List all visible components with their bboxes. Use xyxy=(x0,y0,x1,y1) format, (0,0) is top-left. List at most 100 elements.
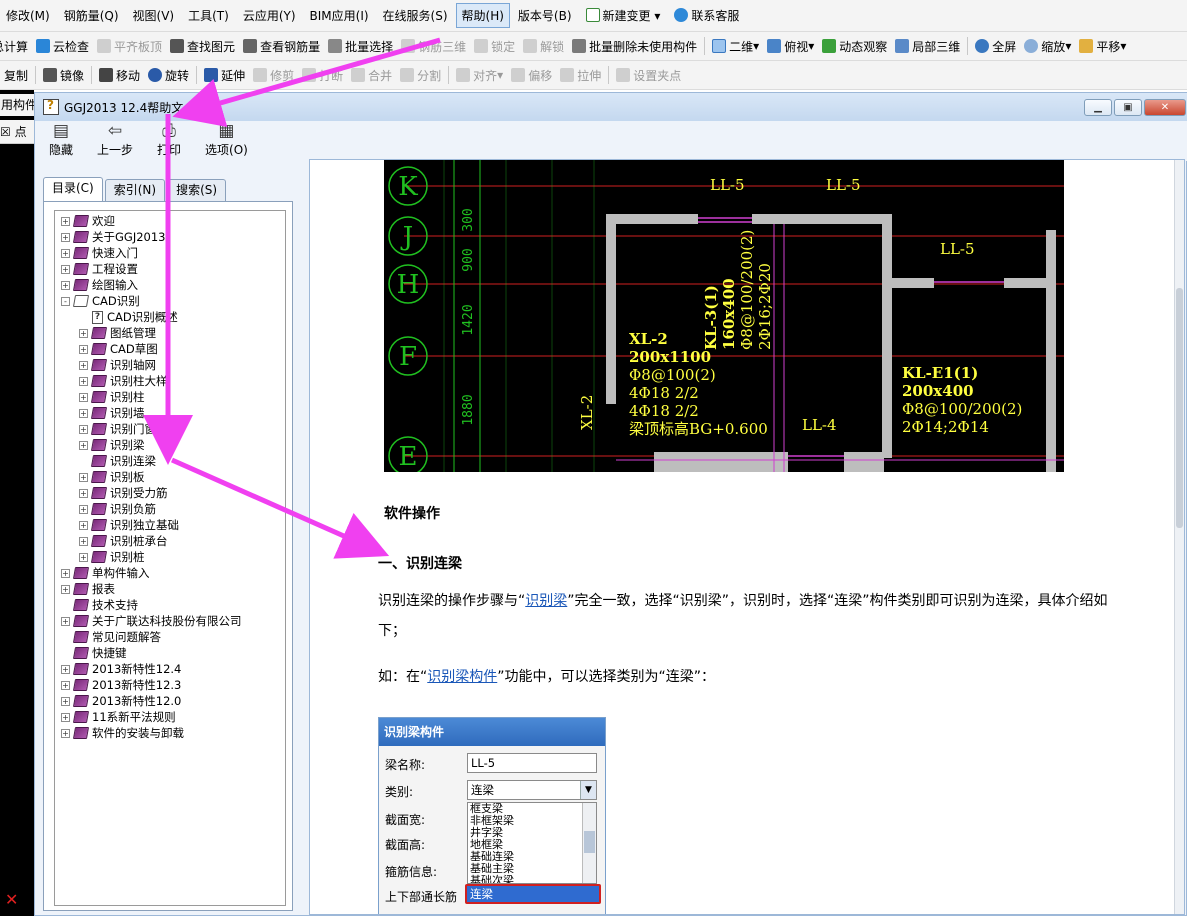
tree-item[interactable]: + 识别负筋 xyxy=(79,501,156,517)
menu-help[interactable]: 帮助(H) xyxy=(455,3,510,28)
expand-icon[interactable]: + xyxy=(61,264,70,274)
tb-cloud-check[interactable]: 云检查 xyxy=(32,38,93,55)
tb-move[interactable]: 移动 xyxy=(95,67,144,84)
minimize-button[interactable]: ▁ xyxy=(1084,99,1112,116)
menu-rebar-quantity[interactable]: 钢筋量(Q) xyxy=(58,3,125,28)
expand-icon[interactable]: + xyxy=(61,584,70,594)
tree-item[interactable]: + CAD草图 xyxy=(79,341,158,357)
expand-icon[interactable]: + xyxy=(79,376,88,386)
tree-item[interactable]: + 绘图输入 xyxy=(61,277,138,293)
tb-rotate[interactable]: 旋转 xyxy=(144,67,193,84)
tree-item[interactable]: + 软件的安装与卸载 xyxy=(61,725,184,741)
expand-icon[interactable]: + xyxy=(79,328,88,338)
menu-cloud[interactable]: 云应用(Y) xyxy=(237,3,302,28)
menu-contact-support[interactable]: 联系客服 xyxy=(668,3,745,28)
expand-icon[interactable]: + xyxy=(61,696,70,706)
menu-tools[interactable]: 工具(T) xyxy=(182,3,235,28)
menu-view[interactable]: 视图(V) xyxy=(127,3,181,28)
tb-dynamic-orbit[interactable]: 动态观察 xyxy=(818,38,891,55)
tree-item[interactable]: 识别连梁 xyxy=(79,453,156,469)
expand-icon[interactable]: + xyxy=(79,344,88,354)
link-identify-beam[interactable]: 识别梁 xyxy=(525,593,567,609)
expand-icon[interactable]: + xyxy=(79,360,88,370)
expand-icon[interactable]: + xyxy=(79,504,88,514)
tree-item[interactable]: +2013新特性12.4 xyxy=(61,661,181,677)
expand-icon[interactable]: + xyxy=(79,424,88,434)
print-button[interactable]: ⎙ 打印 xyxy=(157,121,181,161)
tab-search[interactable]: 搜索(S) xyxy=(167,179,227,201)
tb-zoom[interactable]: 缩放 ▾ xyxy=(1020,38,1075,55)
maximize-button[interactable]: ▣ xyxy=(1114,99,1142,116)
expand-icon[interactable]: + xyxy=(79,392,88,402)
expand-icon[interactable]: + xyxy=(79,472,88,482)
expand-icon[interactable]: + xyxy=(79,488,88,498)
expand-icon[interactable]: + xyxy=(61,216,70,226)
expand-icon[interactable]: + xyxy=(61,616,70,626)
expand-icon[interactable]: + xyxy=(61,680,70,690)
expand-icon[interactable]: + xyxy=(79,536,88,546)
content-scrollbar[interactable] xyxy=(1174,160,1184,914)
tree-item[interactable]: + 识别板 xyxy=(79,469,145,485)
tree-item[interactable]: + 识别柱 xyxy=(79,389,145,405)
expand-icon[interactable]: + xyxy=(79,440,88,450)
tb-top-view[interactable]: 俯视 ▾ xyxy=(763,38,818,55)
expand-icon[interactable]: + xyxy=(61,232,70,242)
expand-icon[interactable]: + xyxy=(79,552,88,562)
pane-splitter[interactable] xyxy=(297,159,309,915)
tab-contents[interactable]: 目录(C) xyxy=(43,177,103,201)
tree-item[interactable]: + 识别桩 xyxy=(79,549,145,565)
menu-new-change[interactable]: 新建变更 ▾ xyxy=(580,3,667,28)
tree-item[interactable]: + 单构件输入 xyxy=(61,565,150,581)
tree-item[interactable]: + 报表 xyxy=(61,581,115,597)
tb-2d[interactable]: 二维 ▾ xyxy=(708,38,763,55)
link-identify-beam-component[interactable]: 识别梁构件 xyxy=(427,669,497,685)
expand-icon[interactable]: + xyxy=(79,408,88,418)
tb-total-calc[interactable]: 总计算 xyxy=(0,38,32,55)
tree-item[interactable]: 快捷键 xyxy=(61,645,127,661)
tree-item[interactable]: ? CAD识别概述 xyxy=(79,309,178,325)
menu-version[interactable]: 版本号(B) xyxy=(512,3,578,28)
options-button[interactable]: ▦ 选项(O) xyxy=(205,121,248,161)
tb-copy[interactable]: 复制 xyxy=(0,67,32,84)
tree-item[interactable]: +11系新平法规则 xyxy=(61,709,176,725)
tree-item[interactable]: + 识别门窗洞 xyxy=(79,421,168,437)
expand-icon[interactable]: + xyxy=(61,568,70,578)
expand-icon[interactable]: + xyxy=(61,248,70,258)
point-checkbox-label[interactable]: ☒ 点 xyxy=(0,120,34,144)
tb-batch-select[interactable]: 批量选择 xyxy=(324,38,397,55)
tree-item[interactable]: + 识别梁 xyxy=(79,437,145,453)
content-scroll-thumb[interactable] xyxy=(1176,288,1183,528)
tb-local-3d[interactable]: 局部三维 xyxy=(891,38,964,55)
tree-item[interactable]: - CAD识别 xyxy=(61,293,140,309)
tb-extend[interactable]: 延伸 xyxy=(200,67,249,84)
tree-item[interactable]: + 关于广联达科技股份有限公司 xyxy=(61,613,242,629)
tab-index[interactable]: 索引(N) xyxy=(104,179,166,201)
expand-icon[interactable]: + xyxy=(61,728,70,738)
tree-item[interactable]: + 快速入门 xyxy=(61,245,138,261)
help-titlebar[interactable]: GGJ2013 12.4帮助文 ▁ ▣ ✕ xyxy=(35,93,1187,121)
menu-online-service[interactable]: 在线服务(S) xyxy=(377,3,454,28)
menu-bim[interactable]: BIM应用(I) xyxy=(304,3,375,28)
tree-item[interactable]: + 工程设置 xyxy=(61,261,138,277)
tree-item[interactable]: 技术支持 xyxy=(61,597,138,613)
tree-item[interactable]: + 识别桩承台 xyxy=(79,533,168,549)
close-button[interactable]: ✕ xyxy=(1144,99,1186,116)
back-button[interactable]: ⇦ 上一步 xyxy=(97,121,133,161)
expand-icon[interactable]: + xyxy=(61,664,70,674)
tree-item[interactable]: + 识别柱大样 xyxy=(79,373,168,389)
tb-fullscreen[interactable]: 全屏 xyxy=(971,38,1020,55)
tb-pan[interactable]: 平移 ▾ xyxy=(1075,38,1130,55)
menu-modify[interactable]: 修改(M) xyxy=(0,3,56,28)
tree-item[interactable]: +2013新特性12.0 xyxy=(61,693,181,709)
hide-button[interactable]: ▤ 隐藏 xyxy=(49,121,73,161)
collapse-icon[interactable]: - xyxy=(61,296,70,306)
tb-view-rebar[interactable]: 查看钢筋量 xyxy=(239,38,324,55)
tree-item[interactable]: + 图纸管理 xyxy=(79,325,156,341)
tree-item[interactable]: + 识别独立基础 xyxy=(79,517,179,533)
tree-item[interactable]: + 欢迎 xyxy=(61,213,115,229)
expand-icon[interactable]: + xyxy=(61,712,70,722)
tree-item[interactable]: +2013新特性12.3 xyxy=(61,677,181,693)
tb-mirror[interactable]: 镜像 xyxy=(39,67,88,84)
tree-item[interactable]: + 关于GGJ2013 xyxy=(61,229,165,245)
tb-batch-delete-unused[interactable]: 批量删除未使用构件 xyxy=(568,38,701,55)
